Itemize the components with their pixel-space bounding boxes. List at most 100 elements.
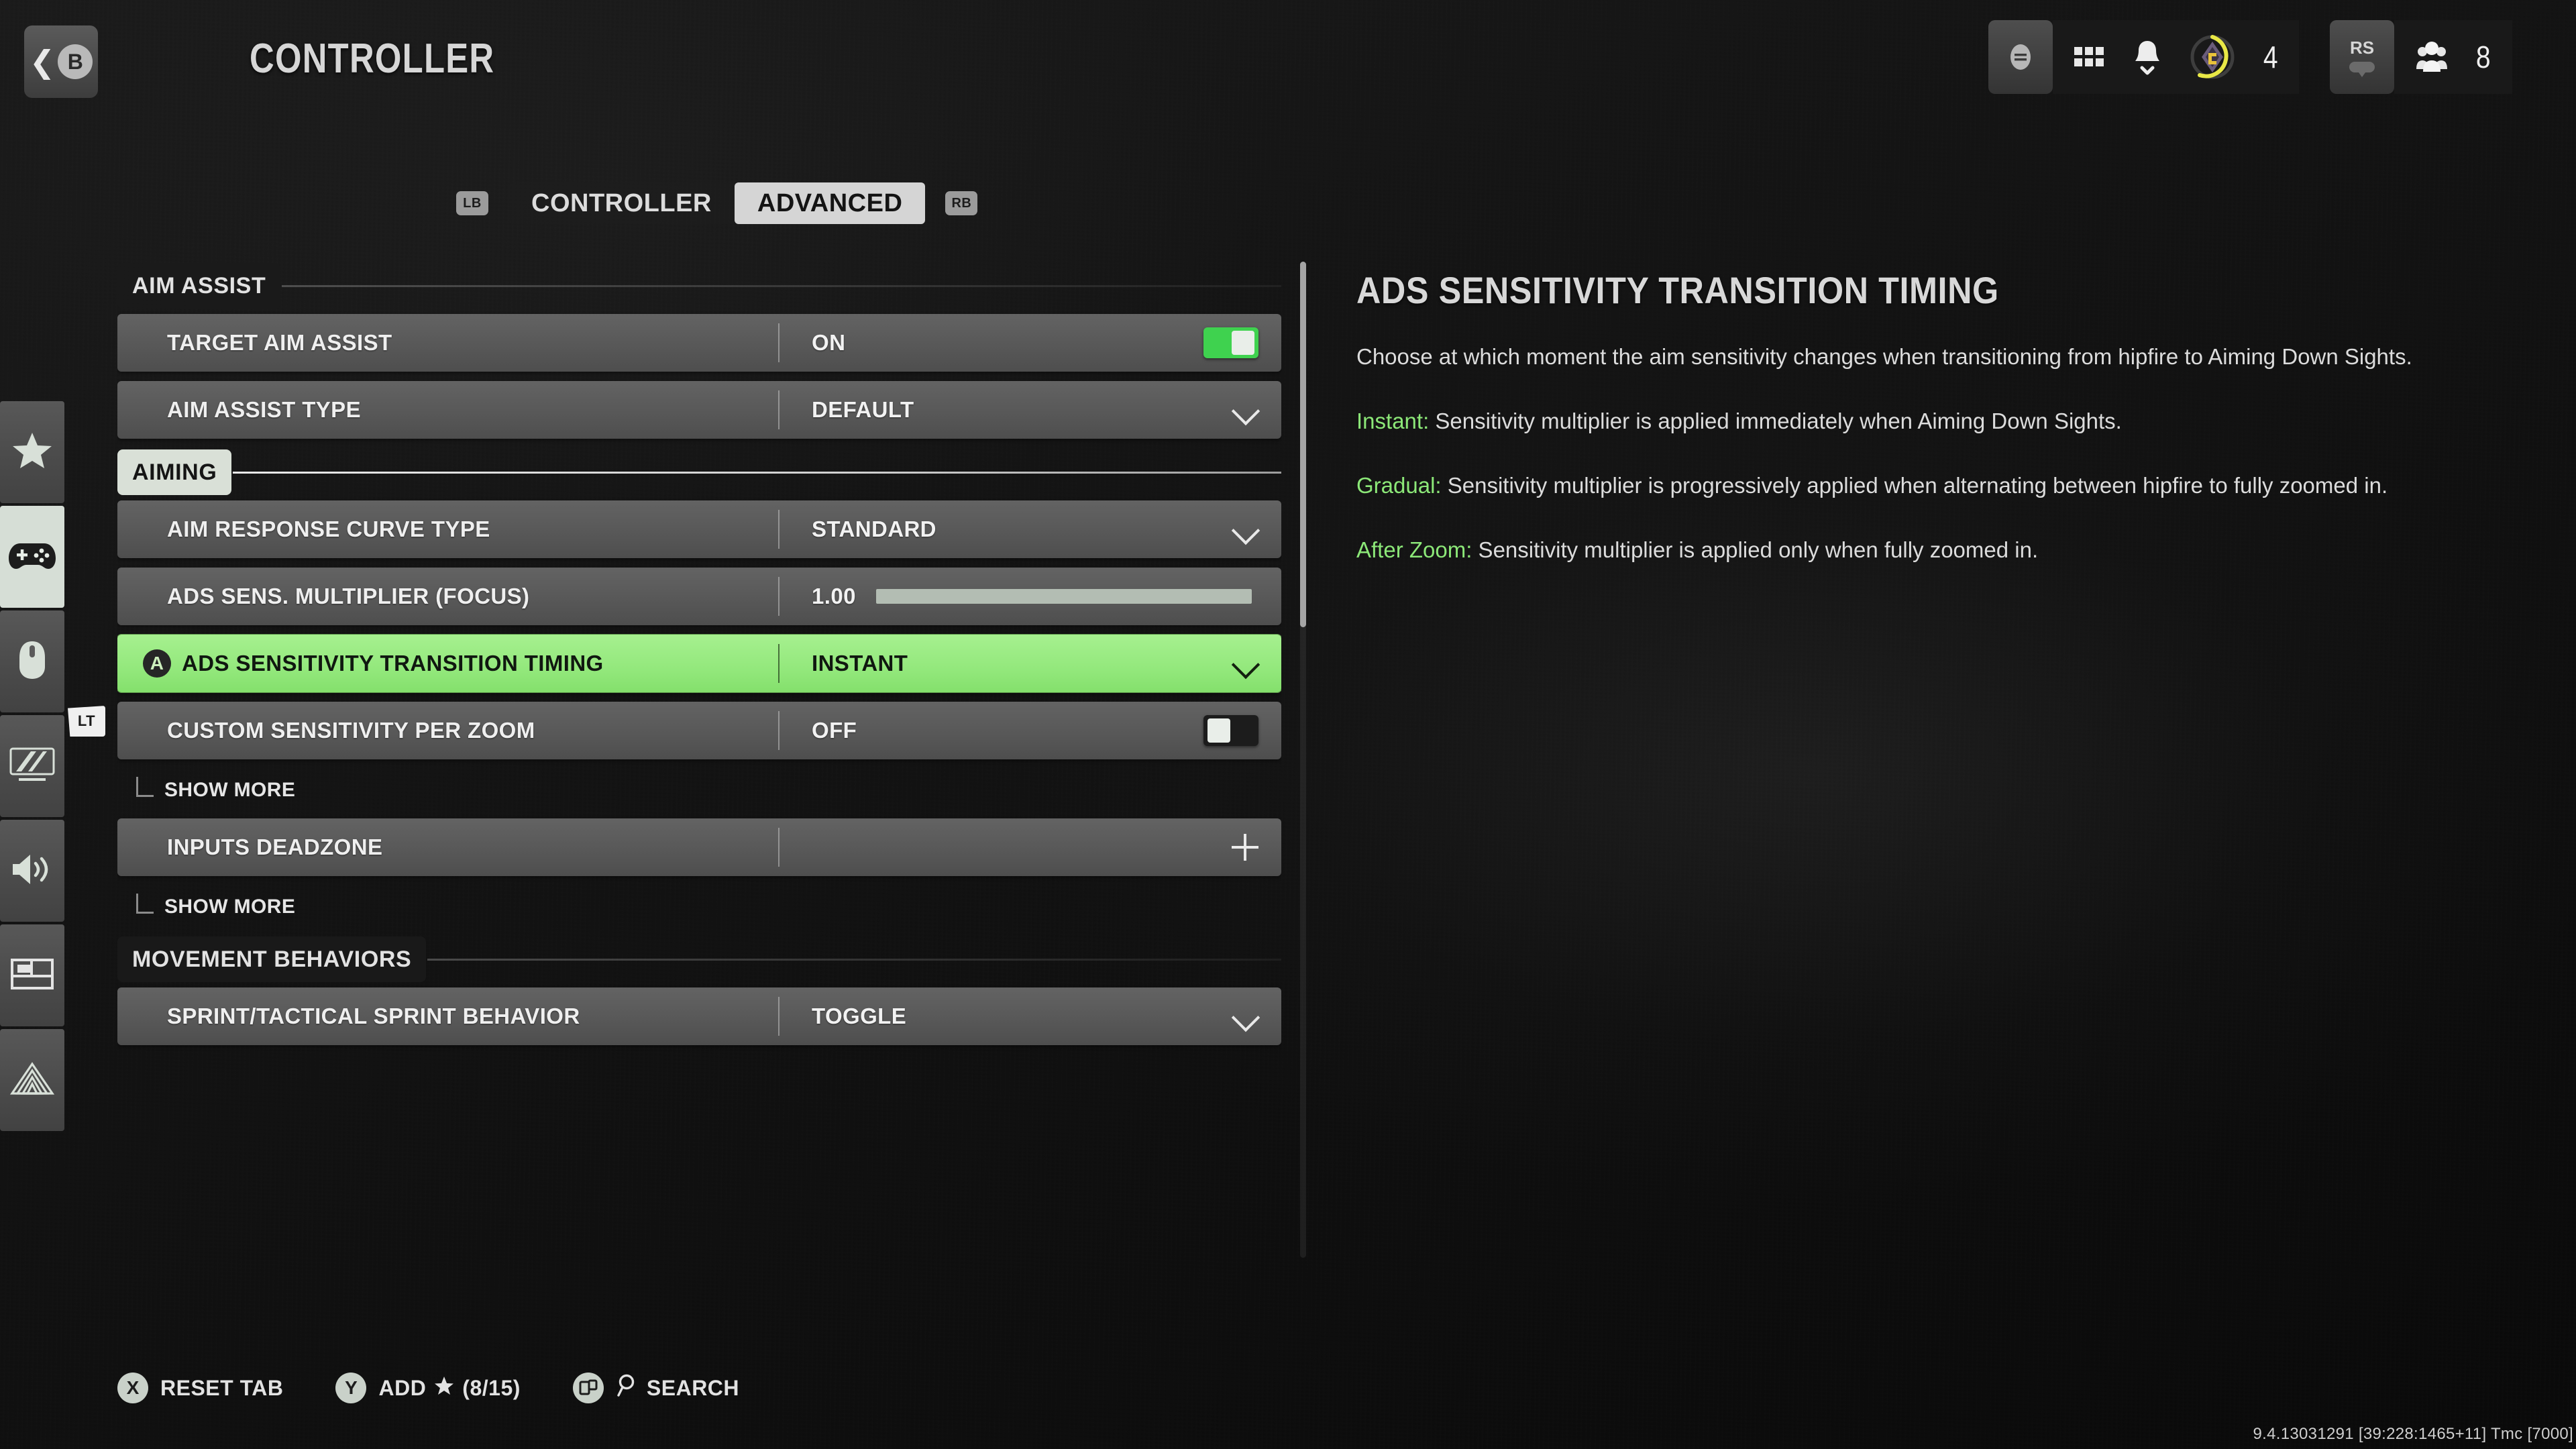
tree-elbow-icon [136,777,154,797]
left-trigger-badge: LT [68,706,105,737]
option-keyword: Gradual: [1356,473,1442,498]
plus-icon[interactable] [1232,834,1258,861]
grid-icon[interactable] [2073,42,2106,72]
search-label-group: SEARCH [616,1373,739,1403]
detail-paragraph-after-zoom: After Zoom: Sensitivity multiplier is ap… [1356,533,2420,567]
add-label-text: ADD [378,1375,427,1400]
star-icon [434,1376,454,1401]
detail-paragraph-intro: Choose at which moment the aim sensitivi… [1356,340,2420,374]
section-header-aiming: AIMING [117,448,1281,496]
add-favorite-label: ADD (8/15) [378,1376,520,1401]
settings-list: AIM ASSIST TARGET AIM ASSIST ON AIM ASSI… [117,262,1281,1258]
sidebar-item-interface[interactable] [0,924,64,1026]
chevron-down-icon[interactable] [1233,1004,1258,1029]
battlepass-token-count: 4 [2263,40,2278,74]
detail-paragraph-gradual: Gradual: Sensitivity multiplier is progr… [1356,469,2420,502]
setting-row-ads-sens-multiplier[interactable]: ADS SENS. MULTIPLIER (FOCUS) 1.00 [117,568,1281,625]
hud-pill-right: 8 [2394,20,2512,94]
slider-track[interactable] [875,589,1252,604]
show-more-inputs-deadzone[interactable]: SHOW MORE [117,885,1281,928]
b-button-icon: B [58,44,93,79]
setting-row-ads-sensitivity-transition-timing[interactable]: A ADS SENSITIVITY TRANSITION TIMING INST… [117,635,1281,692]
sidebar-item-graphics[interactable] [0,715,64,817]
party-members-icon[interactable] [2414,38,2449,76]
left-bumper-badge: LB [456,191,488,215]
back-button[interactable]: ❮ B [24,25,98,98]
setting-label: SPRINT/TACTICAL SPRINT BEHAVIOR [167,1004,580,1028]
y-button-icon: Y [335,1373,367,1403]
speaker-icon [10,851,54,891]
hud-layout-icon [11,958,54,993]
sidebar-item-mouse-keyboard[interactable] [0,610,64,712]
search-button[interactable]: SEARCH [572,1373,739,1403]
x-button-icon: X [117,1373,148,1403]
right-stick-button[interactable]: RS [2330,20,2395,94]
footer-bar: X RESET TAB Y ADD (8/15) SEARCH [117,1373,739,1403]
toggle-switch[interactable] [1203,715,1258,746]
setting-value: ON [812,330,846,355]
slider-fill [875,589,1252,604]
setting-row-custom-sensitivity-per-zoom[interactable]: CUSTOM SENSITIVITY PER ZOOM OFF [117,702,1281,759]
hud-cluster: 4 RS 8 [1988,20,2512,94]
setting-value-area: INSTANT [780,651,1281,676]
chevron-down-icon[interactable] [1233,651,1258,676]
setting-value-area: OFF [780,715,1281,746]
tab-bar: LB CONTROLLER ADVANCED RB [456,182,978,224]
tree-elbow-icon [136,894,154,914]
paragraph-text: Choose at which moment the aim sensitivi… [1356,344,2412,369]
chevron-down-icon[interactable] [1233,397,1258,423]
toggle-knob [1208,718,1230,743]
battlepass-token-icon[interactable] [2188,31,2237,83]
settings-scrollbar[interactable] [1300,262,1306,1258]
paragraph-text: Sensitivity multiplier is applied only w… [1472,537,2039,562]
setting-row-aim-assist-type[interactable]: AIM ASSIST TYPE DEFAULT [117,381,1281,439]
section-title: AIMING [117,449,232,495]
top-bar: ❮ B CONTROLLER 4 RS 8 [0,0,2576,127]
menu-button[interactable] [1988,20,2053,94]
favorite-count: (8/15) [462,1375,521,1400]
sidebar-item-accessibility[interactable] [0,1029,64,1131]
setting-value: 1.00 [812,584,856,608]
section-title: AIM ASSIST [117,263,281,309]
setting-value-area: ON [780,327,1281,358]
section-title: MOVEMENT BEHAVIORS [117,936,427,982]
build-version-text: 9.4.13031291 [39:228:1465+11] Tmc [7000] [2253,1425,2573,1443]
setting-row-sprint-tactical-sprint-behavior[interactable]: SPRINT/TACTICAL SPRINT BEHAVIOR TOGGLE [117,987,1281,1045]
game-settings-screen: ❮ B CONTROLLER 4 RS 8 LT LB CONTROLLER A… [0,0,2576,1449]
setting-label: TARGET AIM ASSIST [167,330,392,355]
detail-title: ADS SENSITIVITY TRANSITION TIMING [1356,269,1999,311]
view-button-icon [572,1373,604,1403]
setting-value: STANDARD [812,517,936,541]
svg-text:RS: RS [2350,38,2374,58]
reset-tab-button[interactable]: X RESET TAB [117,1373,283,1403]
toggle-switch[interactable] [1203,327,1258,358]
tab-advanced[interactable]: ADVANCED [734,182,926,224]
sidebar-item-audio[interactable] [0,820,64,922]
party-members-count: 8 [2476,40,2491,74]
section-header-movement-behaviors: MOVEMENT BEHAVIORS [117,935,1281,983]
setting-value: OFF [812,718,857,743]
setting-row-inputs-deadzone[interactable]: INPUTS DEADZONE [117,818,1281,876]
detail-paragraph-instant: Instant: Sensitivity multiplier is appli… [1356,405,2420,438]
setting-value: INSTANT [812,651,908,676]
sidebar-item-controller[interactable] [0,506,64,608]
show-more-custom-sensitivity[interactable]: SHOW MORE [117,769,1281,812]
menu-pill-icon [2005,42,2036,72]
setting-row-aim-response-curve-type[interactable]: AIM RESPONSE CURVE TYPE STANDARD [117,500,1281,558]
search-label: SEARCH [646,1375,740,1400]
setting-value: TOGGLE [812,1004,907,1028]
display-icon [8,746,56,787]
tab-controller[interactable]: CONTROLLER [508,182,735,224]
scrollbar-thumb[interactable] [1300,262,1306,627]
setting-row-target-aim-assist[interactable]: TARGET AIM ASSIST ON [117,314,1281,372]
sidebar-item-favorites[interactable] [0,401,64,503]
setting-value-area: DEFAULT [780,397,1281,423]
show-more-label: SHOW MORE [164,896,296,918]
show-more-label: SHOW MORE [164,779,296,801]
chevron-down-icon[interactable] [1233,517,1258,542]
notification-bell-icon[interactable] [2132,38,2163,76]
setting-label: ADS SENSITIVITY TRANSITION TIMING [182,651,604,676]
detail-panel: ADS SENSITIVITY TRANSITION TIMING Choose… [1356,268,2430,598]
right-bumper-badge: RB [945,191,978,215]
add-favorite-button[interactable]: Y ADD (8/15) [335,1373,520,1403]
